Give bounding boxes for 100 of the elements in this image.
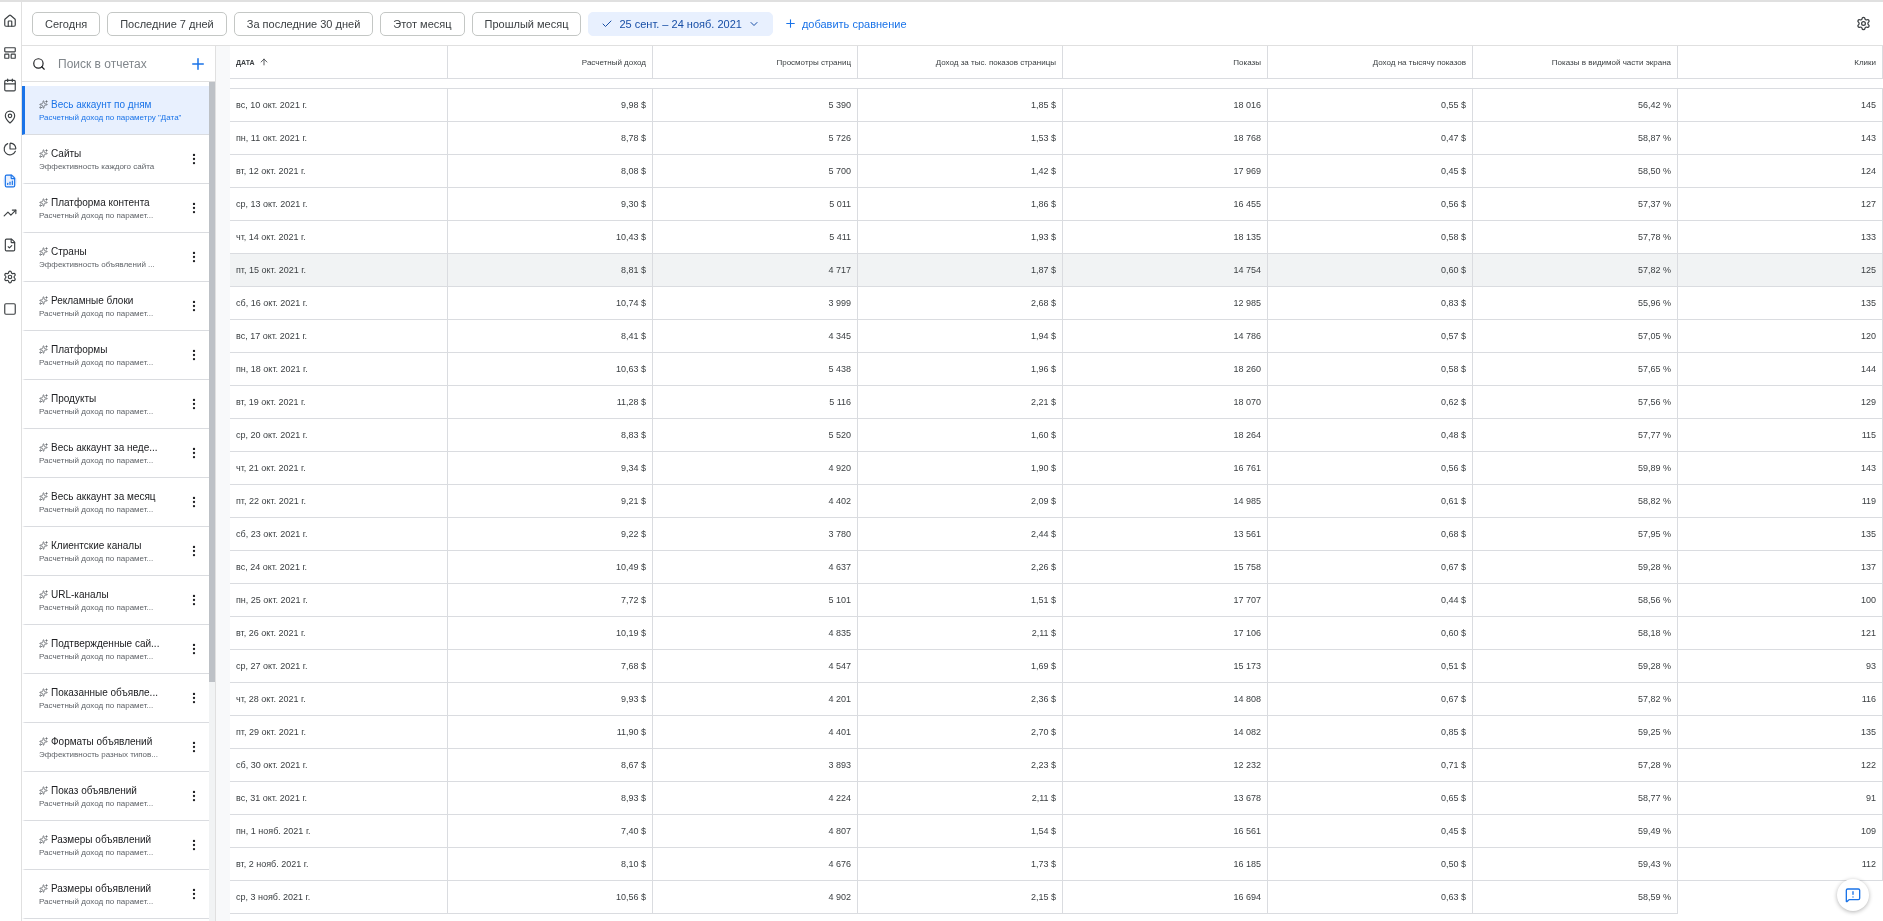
table-cell: 2,09 $	[858, 485, 1063, 518]
table-cell: 14 754	[1063, 254, 1268, 287]
settings-icon[interactable]	[3, 270, 17, 284]
sparkle-icon	[39, 393, 48, 403]
table-cell: 13 561	[1063, 518, 1268, 551]
table-cell: 17 106	[1063, 617, 1268, 650]
sort-arrow-icon	[258, 57, 269, 67]
scrollbar-thumb[interactable]	[209, 82, 215, 682]
table-cell: 57,65 %	[1473, 353, 1678, 386]
settings-button[interactable]	[1854, 14, 1873, 33]
table-cell: 5 390	[653, 89, 858, 122]
table-cell: 58,56 %	[1473, 584, 1678, 617]
table-cell: 2,11 $	[858, 782, 1063, 815]
table-cell: 5 411	[653, 221, 858, 254]
column-header[interactable]: Показы	[1063, 46, 1268, 79]
table-cell: 0,56 $	[1268, 188, 1473, 221]
table-cell: 58,50 %	[1473, 155, 1678, 188]
table-cell: 10,74 $	[448, 287, 653, 320]
table-cell: 18 264	[1063, 419, 1268, 452]
sparkle-icon	[39, 99, 48, 109]
sparkle-icon	[39, 197, 48, 207]
table-cell: 59,25 %	[1473, 716, 1678, 749]
table-cell: 10,56 $	[448, 881, 653, 914]
table-cell: 57,82 %	[1473, 254, 1678, 287]
layout-icon[interactable]	[3, 46, 17, 60]
column-header[interactable]: Показы в видимой части экрана	[1473, 46, 1678, 79]
document-icon[interactable]	[3, 238, 17, 252]
table-cell: пт, 22 окт. 2021 г.	[230, 485, 448, 518]
table-cell: сб, 30 окт. 2021 г.	[230, 749, 448, 782]
report-description: Расчетный доход по парамет...	[39, 455, 155, 465]
report-description: Эффективность разных типов...	[39, 749, 159, 759]
report-description: Расчетный доход по парамет...	[39, 847, 155, 857]
report-title: Продукты	[51, 392, 97, 404]
table-cell: 18 135	[1063, 221, 1268, 254]
date-filter-chip[interactable]: Сегодня	[32, 11, 101, 36]
date-filter-chip[interactable]: Этот месяц	[380, 11, 465, 36]
report-title: Весь аккаунт по дням	[51, 98, 152, 110]
square-icon[interactable]	[3, 302, 17, 316]
table-cell: 4 401	[653, 716, 858, 749]
table-cell: сб, 23 окт. 2021 г.	[230, 518, 448, 551]
table-cell: 1,53 $	[858, 122, 1063, 155]
table-cell: 137	[1678, 551, 1883, 584]
home-icon[interactable]	[3, 14, 17, 28]
column-header[interactable]: Доход за тыс. показов страницы	[858, 46, 1063, 79]
column-header[interactable]: Доход на тысячу показов	[1268, 46, 1473, 79]
table-cell: 5 438	[653, 353, 858, 386]
column-header[interactable]: Клики	[1678, 46, 1883, 79]
table-cell: 12 232	[1063, 749, 1268, 782]
report-title: Форматы объявлений	[51, 735, 153, 747]
table-cell: 57,77 %	[1473, 419, 1678, 452]
table-cell: 0,57 $	[1268, 320, 1473, 353]
table-cell: 7,72 $	[448, 584, 653, 617]
table-cell: 127	[1678, 188, 1883, 221]
table-cell: 10,43 $	[448, 221, 653, 254]
report-title: Рекламные блоки	[51, 294, 134, 306]
report-description: Расчетный доход по парамет...	[39, 553, 155, 563]
sparkle-icon	[39, 295, 48, 305]
calendar-icon[interactable]	[3, 78, 17, 92]
table-cell: 116	[1678, 683, 1883, 716]
table-cell: 1,85 $	[858, 89, 1063, 122]
sparkle-icon	[39, 785, 48, 795]
report-title: URL-каналы	[51, 588, 109, 600]
table-cell: вт, 12 окт. 2021 г.	[230, 155, 448, 188]
table-cell: 0,51 $	[1268, 650, 1473, 683]
pin-icon[interactable]	[3, 110, 17, 124]
date-filter-chip[interactable]: Последние 7 дней	[107, 11, 227, 36]
add-comparison-link[interactable]: добавить сравнение	[779, 17, 911, 30]
table-cell: 0,56 $	[1268, 452, 1473, 485]
report-description: Расчетный доход по парамет...	[39, 406, 155, 416]
table-cell: 4 547	[653, 650, 858, 683]
report-icon[interactable]	[3, 174, 17, 188]
report-title: Подтвержденные сай...	[51, 637, 160, 649]
sparkle-icon	[39, 736, 48, 746]
column-header[interactable]: Просмотры страниц	[653, 46, 858, 79]
date-filter-chip[interactable]: За последние 30 дней	[233, 11, 374, 36]
table-cell: 14 786	[1063, 320, 1268, 353]
table-cell: 59,49 %	[1473, 815, 1678, 848]
table-cell: 8,08 $	[448, 155, 653, 188]
column-header[interactable]: Расчетный доход	[448, 46, 653, 79]
date-filter-chip[interactable]: Прошлый месяц	[471, 11, 582, 36]
report-description: Эффективность каждого сайта	[39, 161, 156, 171]
report-item[interactable]: Весь аккаунт по дням Расчетный доход по параметру "Дата"	[22, 86, 209, 135]
table-cell: ср, 27 окт. 2021 г.	[230, 650, 448, 683]
date-filter-chip[interactable]: 25 сент. – 24 нояб. 2021	[588, 11, 773, 36]
table-cell: сб, 16 окт. 2021 г.	[230, 287, 448, 320]
table-cell: 3 999	[653, 287, 858, 320]
table-cell: 16 185	[1063, 848, 1268, 881]
table-cell: 58,87 %	[1473, 122, 1678, 155]
table-cell: 145	[1678, 89, 1883, 122]
pie-chart-icon[interactable]	[3, 142, 17, 156]
table-cell: 4 345	[653, 320, 858, 353]
table-cell: 18 070	[1063, 386, 1268, 419]
table-cell: 0,85 $	[1268, 716, 1473, 749]
table-cell: 14 808	[1063, 683, 1268, 716]
sparkle-icon	[39, 442, 48, 452]
table-cell: 2,26 $	[858, 551, 1063, 584]
table-cell: 0,83 $	[1268, 287, 1473, 320]
table-cell: чт, 14 окт. 2021 г.	[230, 221, 448, 254]
table-cell: 2,68 $	[858, 287, 1063, 320]
table-cell: 9,93 $	[448, 683, 653, 716]
